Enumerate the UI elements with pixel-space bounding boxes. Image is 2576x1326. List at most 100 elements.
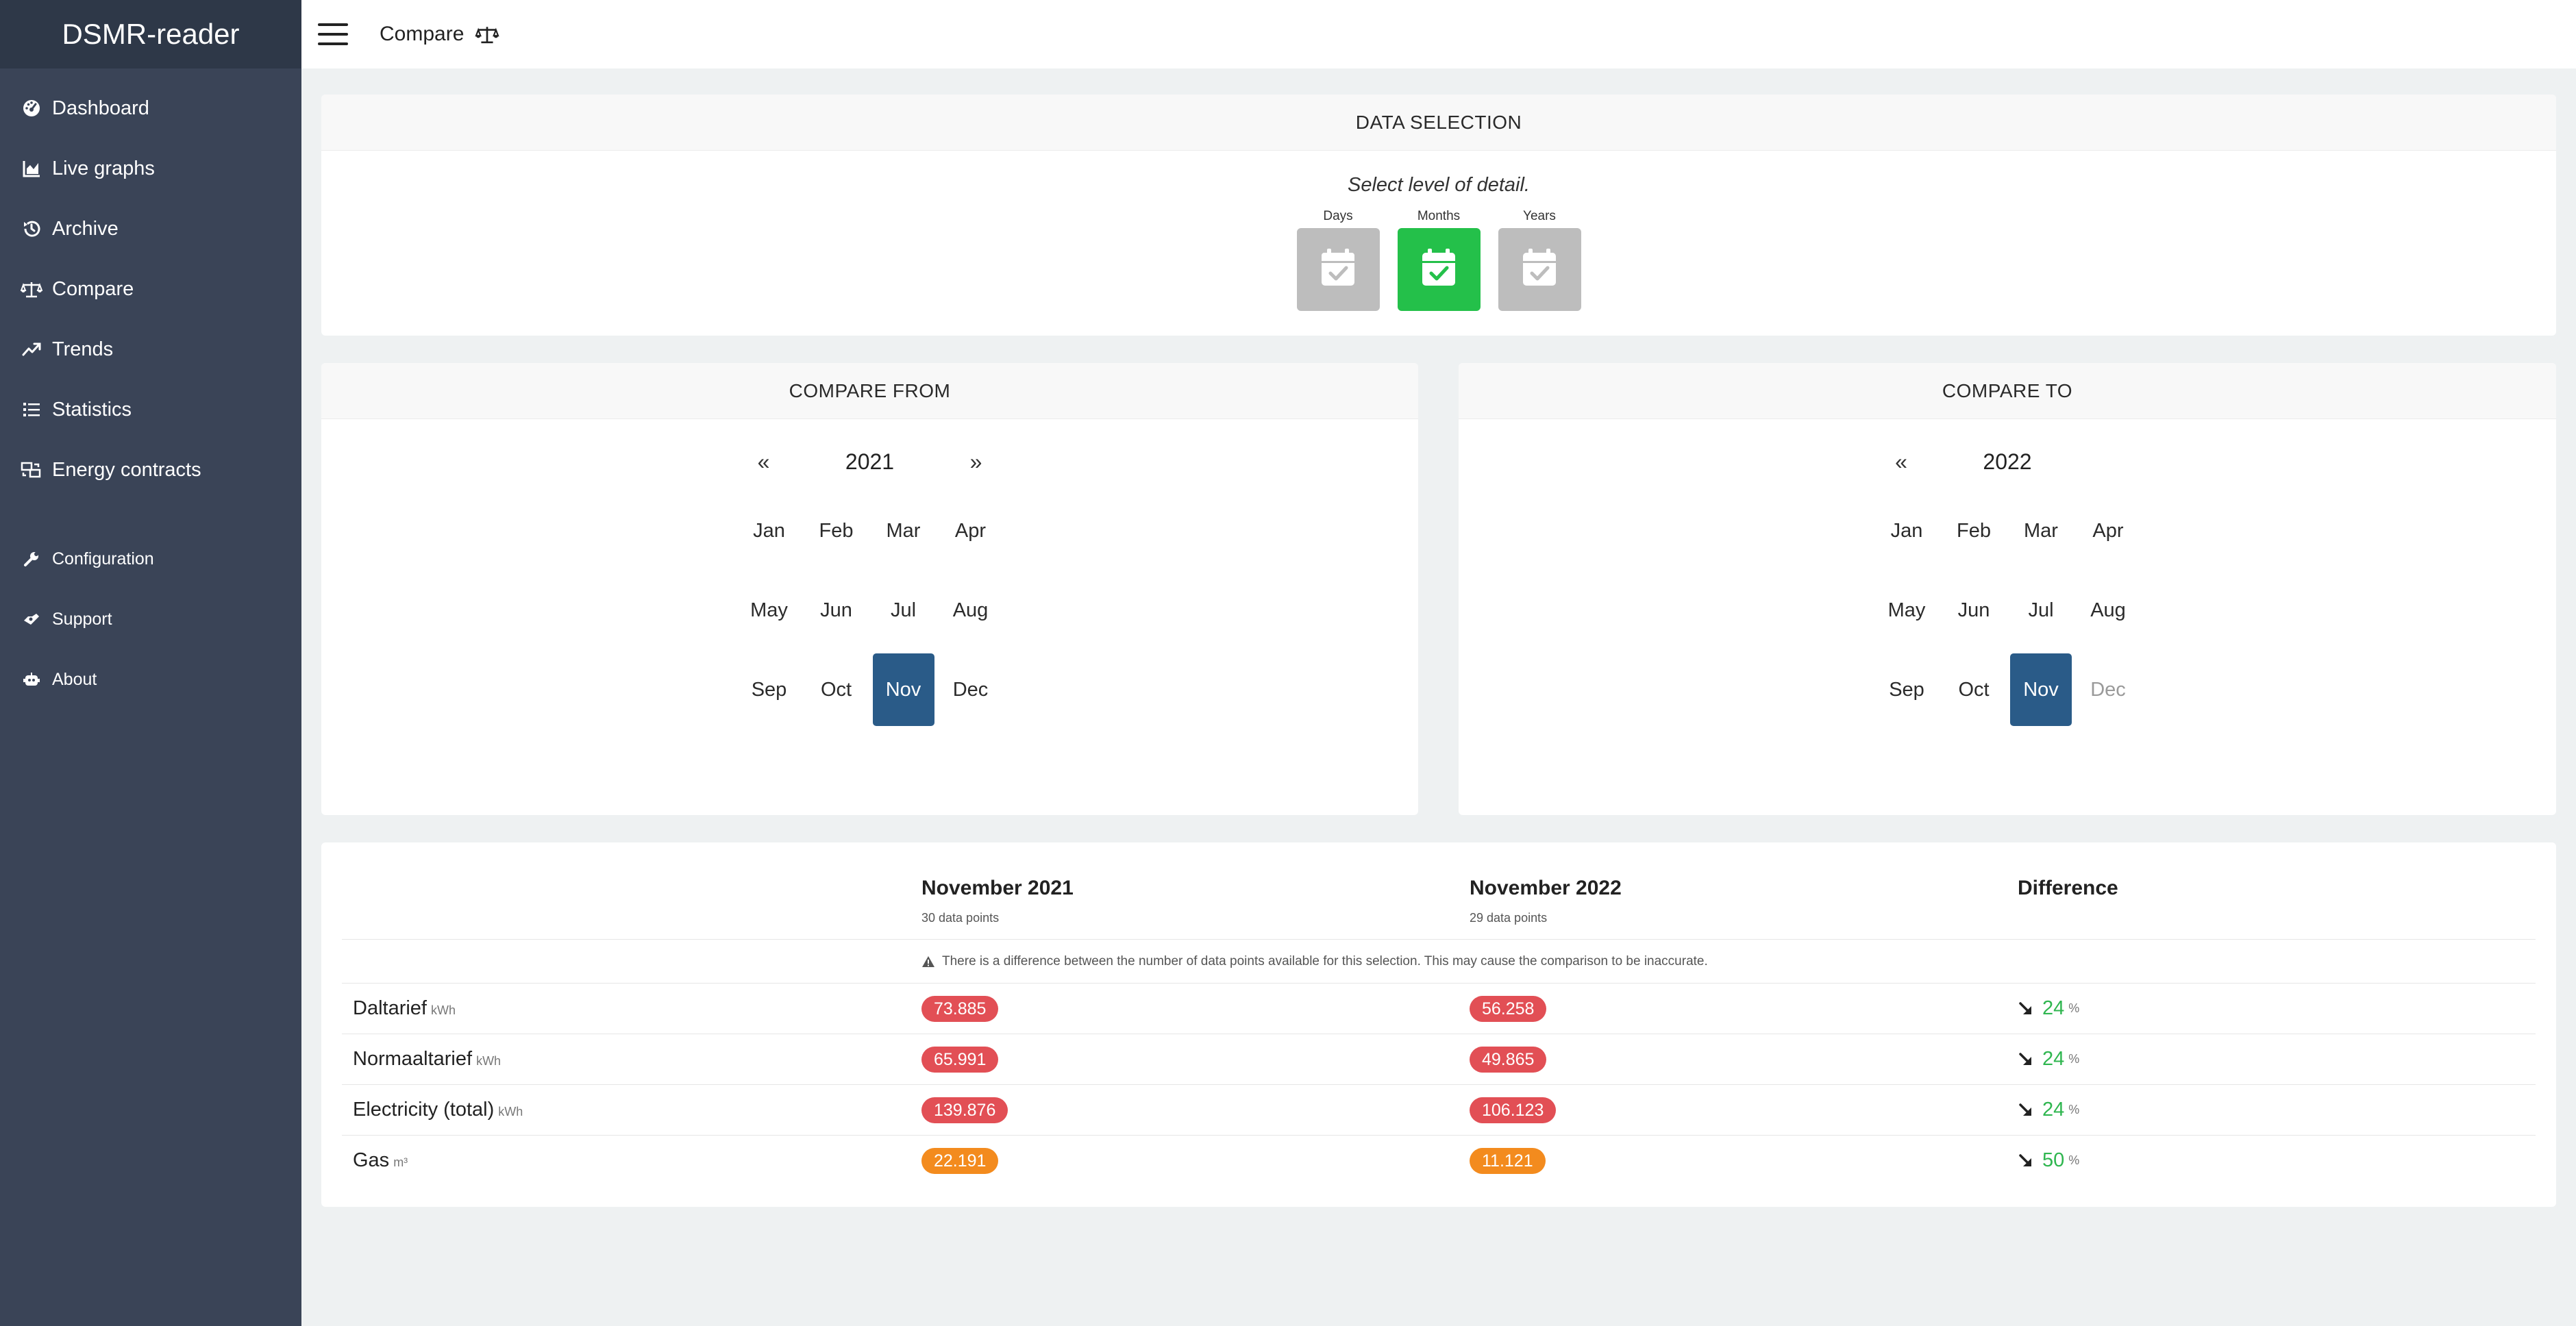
prev-year-button[interactable]: « [1884, 449, 1918, 475]
month-may[interactable]: May [1876, 574, 1937, 647]
month-aug[interactable]: Aug [2077, 574, 2139, 647]
month-jan[interactable]: Jan [739, 495, 800, 567]
month-may[interactable]: May [739, 574, 800, 647]
support-icon [21, 608, 42, 630]
month-mar[interactable]: Mar [873, 495, 934, 567]
sidebar-item-dashboard[interactable]: Dashboard [0, 78, 301, 138]
table-row: Normaaltarief kWh 65.991 49.865 24% [342, 1034, 2536, 1085]
month-jun[interactable]: Jun [806, 574, 867, 647]
robot-icon [21, 668, 42, 690]
difference-value: 24% [2018, 997, 2079, 1020]
from-data-points: 30 data points [921, 911, 1000, 925]
sidebar-item-energy-contracts[interactable]: Energy contracts [0, 440, 301, 500]
level-years-button[interactable] [1498, 228, 1581, 311]
from-value-badge: 22.191 [921, 1148, 999, 1174]
next-year-button[interactable]: » [959, 449, 993, 475]
arrow-down-right-icon [2018, 1051, 2034, 1068]
sidebar-item-label: Trends [52, 338, 114, 360]
year-label[interactable]: 2022 [1918, 449, 2096, 475]
to-value-badge: 106.123 [1470, 1097, 1557, 1123]
sidebar-nav: Dashboard Live graphs Archive Compare Tr… [0, 68, 301, 710]
year-navigator: « 2021 » [321, 447, 1418, 477]
warning-icon [921, 955, 935, 968]
sidebar-item-configuration[interactable]: Configuration [0, 529, 301, 589]
calendar-check-icon [1319, 247, 1357, 292]
sidebar-item-label: Energy contracts [52, 458, 201, 481]
month-feb[interactable]: Feb [1943, 495, 2005, 567]
level-days[interactable]: Days [1296, 209, 1380, 311]
year-navigator: « 2022 [1459, 447, 2556, 477]
level-days-button[interactable] [1296, 228, 1380, 311]
row-label: Electricity (total) kWh [353, 1099, 523, 1121]
arrow-down-right-icon [2018, 1102, 2034, 1118]
year-label[interactable]: 2021 [781, 449, 959, 475]
history-icon [21, 218, 42, 240]
sidebar-item-live-graphs[interactable]: Live graphs [0, 138, 301, 199]
sidebar-item-compare[interactable]: Compare [0, 259, 301, 319]
level-label: Months [1417, 209, 1461, 223]
month-apr[interactable]: Apr [940, 495, 1002, 567]
brand-logo[interactable]: DSMR-reader [0, 0, 301, 68]
level-months[interactable]: Months [1397, 209, 1481, 311]
arrow-down-right-icon [2018, 1001, 2034, 1017]
page-title: Compare [380, 23, 465, 45]
sidebar-item-archive[interactable]: Archive [0, 199, 301, 259]
month-nov[interactable]: Nov [2010, 653, 2072, 726]
month-oct[interactable]: Oct [1943, 653, 2005, 726]
compare-to-header: COMPARE TO [1459, 363, 2556, 419]
month-mar[interactable]: Mar [2010, 495, 2072, 567]
row-label: Daltarief kWh [353, 997, 456, 1019]
to-value-badge: 56.258 [1470, 996, 1547, 1022]
month-apr[interactable]: Apr [2077, 495, 2139, 567]
month-jan[interactable]: Jan [1876, 495, 1937, 567]
balance-scale-icon [21, 278, 42, 300]
table-row: Gas m³ 22.191 11.121 50% [342, 1136, 2536, 1186]
selection-prompt: Select level of detail. [1348, 174, 1530, 196]
compare-from-panel: COMPARE FROM « 2021 » Jan Feb Mar Apr Ma… [321, 363, 1418, 815]
prev-year-button[interactable]: « [747, 449, 781, 475]
sidebar-item-statistics[interactable]: Statistics [0, 379, 301, 440]
level-selector: Days Months Years [321, 209, 2556, 311]
month-jul[interactable]: Jul [2010, 574, 2072, 647]
month-dec[interactable]: Dec [940, 653, 1002, 726]
month-grid: Jan Feb Mar Apr May Jun Jul Aug Sep Oct … [1459, 495, 2556, 726]
warning-text: There is a difference between the number… [942, 953, 1708, 968]
calendar-check-icon [1520, 247, 1559, 292]
sidebar-item-trends[interactable]: Trends [0, 319, 301, 379]
month-sep[interactable]: Sep [1876, 653, 1937, 726]
list-icon [21, 399, 42, 421]
trend-up-icon [21, 338, 42, 360]
difference-value: 24% [2018, 1099, 2079, 1121]
dashboard-icon [21, 97, 42, 119]
row-label: Normaaltarief kWh [353, 1048, 501, 1070]
table-row: Electricity (total) kWh 139.876 106.123 2… [342, 1085, 2536, 1136]
to-value-badge: 11.121 [1470, 1148, 1546, 1174]
sidebar-item-support[interactable]: Support [0, 589, 301, 649]
month-nov[interactable]: Nov [872, 653, 934, 726]
level-label: Days [1323, 209, 1353, 223]
month-dec: Dec [2090, 678, 2126, 701]
level-months-button[interactable] [1397, 228, 1481, 311]
to-value-badge: 49.865 [1470, 1047, 1547, 1073]
to-period-title: November 2022 [1470, 877, 1622, 899]
month-aug[interactable]: Aug [940, 574, 1002, 647]
level-years[interactable]: Years [1498, 209, 1581, 311]
month-jul[interactable]: Jul [873, 574, 934, 647]
month-jun[interactable]: Jun [1943, 574, 2005, 647]
from-value-badge: 139.876 [921, 1097, 1008, 1123]
sidebar-item-label: Compare [52, 277, 134, 300]
sidebar-item-label: Dashboard [52, 97, 149, 119]
compare-to-panel: COMPARE TO « 2022 Jan Feb Mar Apr May Ju… [1459, 363, 2556, 815]
contracts-icon [21, 459, 42, 481]
calendar-check-icon [1420, 247, 1458, 292]
wrench-icon [21, 548, 42, 570]
sidebar-item-label: Live graphs [52, 157, 155, 179]
sidebar-item-about[interactable]: About [0, 649, 301, 710]
month-sep[interactable]: Sep [739, 653, 800, 726]
arrow-down-right-icon [2018, 1153, 2034, 1169]
sidebar-item-label: About [52, 669, 97, 689]
month-oct[interactable]: Oct [806, 653, 867, 726]
menu-toggle-button[interactable] [318, 23, 348, 45]
compare-from-header: COMPARE FROM [321, 363, 1418, 419]
month-feb[interactable]: Feb [806, 495, 867, 567]
